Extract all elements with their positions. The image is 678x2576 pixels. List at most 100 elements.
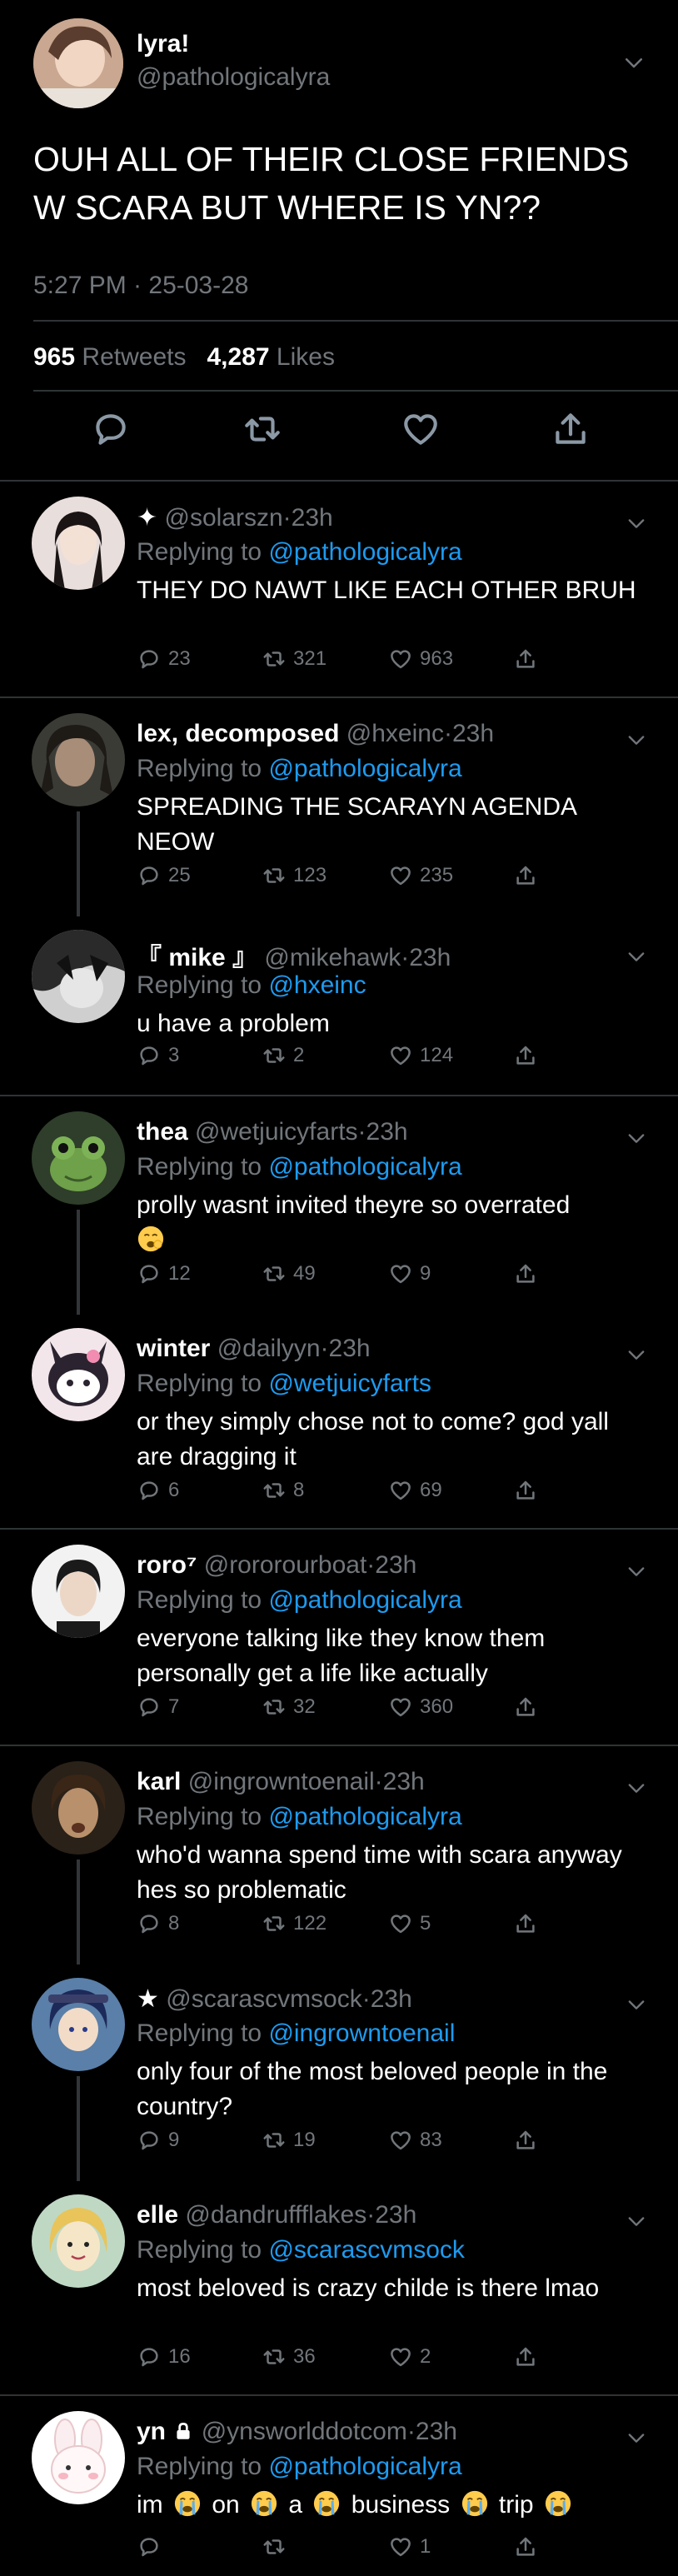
reply-button[interactable]: 16	[137, 2343, 191, 2371]
retweet-button[interactable]	[262, 2533, 293, 2561]
chevron-down-icon[interactable]	[625, 1126, 648, 1150]
display-name[interactable]: ★	[137, 1985, 159, 2013]
avatar[interactable]	[32, 2194, 125, 2288]
user-handle[interactable]: @wetjuicyfarts	[195, 1118, 358, 1146]
mention-link[interactable]: @scarascvmsock	[268, 2236, 465, 2264]
user-handle[interactable]: @scarascvmsock	[166, 1985, 362, 2013]
share-button[interactable]	[513, 861, 545, 890]
like-stat[interactable]: 4,287 Likes	[207, 343, 334, 371]
share-button[interactable]	[513, 1910, 545, 1938]
reply-button[interactable]: 6	[137, 1476, 179, 1505]
user-handle[interactable]: @dailyyn	[217, 1335, 321, 1362]
reply-time[interactable]: 23h	[329, 1335, 371, 1362]
retweet-icon[interactable]	[242, 408, 283, 450]
display-name[interactable]: 『 mike 』	[137, 944, 257, 971]
reply-time[interactable]: 23h	[452, 720, 494, 747]
mention-link[interactable]: @pathologicalyra	[268, 755, 461, 782]
chevron-down-icon[interactable]	[625, 2209, 648, 2233]
reply-time[interactable]: 23h	[366, 1118, 408, 1146]
user-handle[interactable]: @solarszn	[164, 504, 282, 532]
avatar[interactable]	[32, 1978, 125, 2071]
avatar[interactable]	[32, 1328, 125, 1421]
like-button[interactable]: 124	[388, 1041, 453, 1070]
avatar[interactable]	[32, 1545, 125, 1638]
display-name[interactable]: yn	[137, 2418, 166, 2445]
reply-icon[interactable]	[90, 408, 132, 450]
chevron-down-icon[interactable]	[625, 728, 648, 751]
like-button[interactable]: 2	[388, 2343, 431, 2371]
like-button[interactable]: 1	[388, 2533, 431, 2561]
share-button[interactable]	[513, 2533, 545, 2561]
display-name[interactable]: lex, decomposed	[137, 720, 339, 747]
avatar[interactable]	[32, 1761, 125, 1855]
retweet-button[interactable]: 32	[262, 1693, 316, 1721]
display-name[interactable]: ✦	[137, 504, 157, 532]
reply-time[interactable]: 23h	[409, 944, 451, 971]
like-button[interactable]: 83	[388, 2126, 442, 2154]
share-button[interactable]	[513, 2343, 545, 2371]
reply-tweet[interactable]: karl @ingrowntoenail·23h Replying to @pa…	[0, 1746, 678, 1964]
reply-time[interactable]: 23h	[383, 1768, 425, 1795]
like-button[interactable]: 963	[388, 645, 453, 673]
user-handle[interactable]: @mikehawk	[264, 944, 401, 971]
retweet-button[interactable]: 36	[262, 2343, 316, 2371]
avatar[interactable]	[33, 18, 123, 108]
mention-link[interactable]: @hxeinc	[268, 971, 366, 999]
user-handle[interactable]: @pathologicalyra	[137, 63, 330, 92]
reply-tweet[interactable]: roro⁷ @rororourboat·23h Replying to @pat…	[0, 1530, 678, 1746]
like-button[interactable]: 69	[388, 1476, 442, 1505]
like-button[interactable]: 360	[388, 1693, 453, 1721]
share-button[interactable]	[513, 645, 545, 673]
tweet-timestamp[interactable]: 5:27 PM · 25-03-28	[33, 272, 248, 300]
reply-button[interactable]: 8	[137, 1910, 179, 1938]
reply-tweet[interactable]: yn @ynsworlddotcom·23h Replying to @path…	[0, 2396, 678, 2576]
chevron-down-icon[interactable]	[625, 1776, 648, 1800]
reply-time[interactable]: 23h	[375, 1551, 416, 1579]
reply-button[interactable]: 3	[137, 1041, 179, 1070]
reply-button[interactable]: 23	[137, 645, 191, 673]
user-handle[interactable]: @rororourboat	[204, 1551, 367, 1579]
mention-link[interactable]: @ingrowntoenail	[268, 2019, 455, 2047]
chevron-down-icon[interactable]	[625, 1993, 648, 2016]
reply-button[interactable]	[137, 2533, 168, 2561]
mention-link[interactable]: @wetjuicyfarts	[268, 1370, 431, 1397]
reply-tweet[interactable]: lex, decomposed @hxeinc·23h Replying to …	[0, 698, 678, 916]
reply-tweet[interactable]: ★ @scarascvmsock·23h Replying to @ingrow…	[0, 1963, 678, 2181]
mention-link[interactable]: @pathologicalyra	[268, 2453, 461, 2480]
display-name[interactable]: roro⁷	[137, 1551, 197, 1579]
retweet-button[interactable]: 19	[262, 2126, 316, 2154]
mention-link[interactable]: @pathologicalyra	[268, 1803, 461, 1830]
reply-button[interactable]: 25	[137, 861, 191, 890]
retweet-button[interactable]: 123	[262, 861, 327, 890]
chevron-down-icon[interactable]	[625, 512, 648, 535]
reply-time[interactable]: 23h	[371, 1985, 412, 2013]
display-name[interactable]: winter	[137, 1335, 210, 1362]
reply-time[interactable]: 23h	[375, 2201, 416, 2229]
reply-tweet[interactable]: thea @wetjuicyfarts·23h Replying to @pat…	[0, 1096, 678, 1315]
reply-time[interactable]: 23h	[416, 2418, 457, 2445]
display-name[interactable]: karl	[137, 1768, 181, 1795]
display-name[interactable]: elle	[137, 2201, 178, 2229]
chevron-down-icon[interactable]	[625, 1560, 648, 1583]
retweet-stat[interactable]: 965 Retweets	[33, 343, 186, 371]
share-button[interactable]	[513, 2126, 545, 2154]
like-button[interactable]: 9	[388, 1260, 431, 1288]
user-handle[interactable]: @dandruffflakes	[185, 2201, 366, 2229]
chevron-down-icon[interactable]	[625, 1343, 648, 1366]
share-button[interactable]	[513, 1693, 545, 1721]
retweet-button[interactable]: 321	[262, 645, 327, 673]
share-button[interactable]	[513, 1041, 545, 1070]
reply-time[interactable]: 23h	[292, 504, 333, 532]
share-icon[interactable]	[550, 408, 591, 450]
reply-button[interactable]: 12	[137, 1260, 191, 1288]
retweet-button[interactable]: 8	[262, 1476, 304, 1505]
chevron-down-icon[interactable]	[625, 945, 648, 968]
reply-button[interactable]: 9	[137, 2126, 179, 2154]
mention-link[interactable]: @pathologicalyra	[268, 538, 461, 566]
avatar[interactable]	[32, 2411, 125, 2504]
retweet-button[interactable]: 49	[262, 1260, 316, 1288]
user-handle[interactable]: @ingrowntoenail	[188, 1768, 375, 1795]
avatar[interactable]	[32, 1111, 125, 1205]
retweet-button[interactable]: 122	[262, 1910, 327, 1938]
display-name[interactable]: lyra!	[137, 30, 189, 58]
